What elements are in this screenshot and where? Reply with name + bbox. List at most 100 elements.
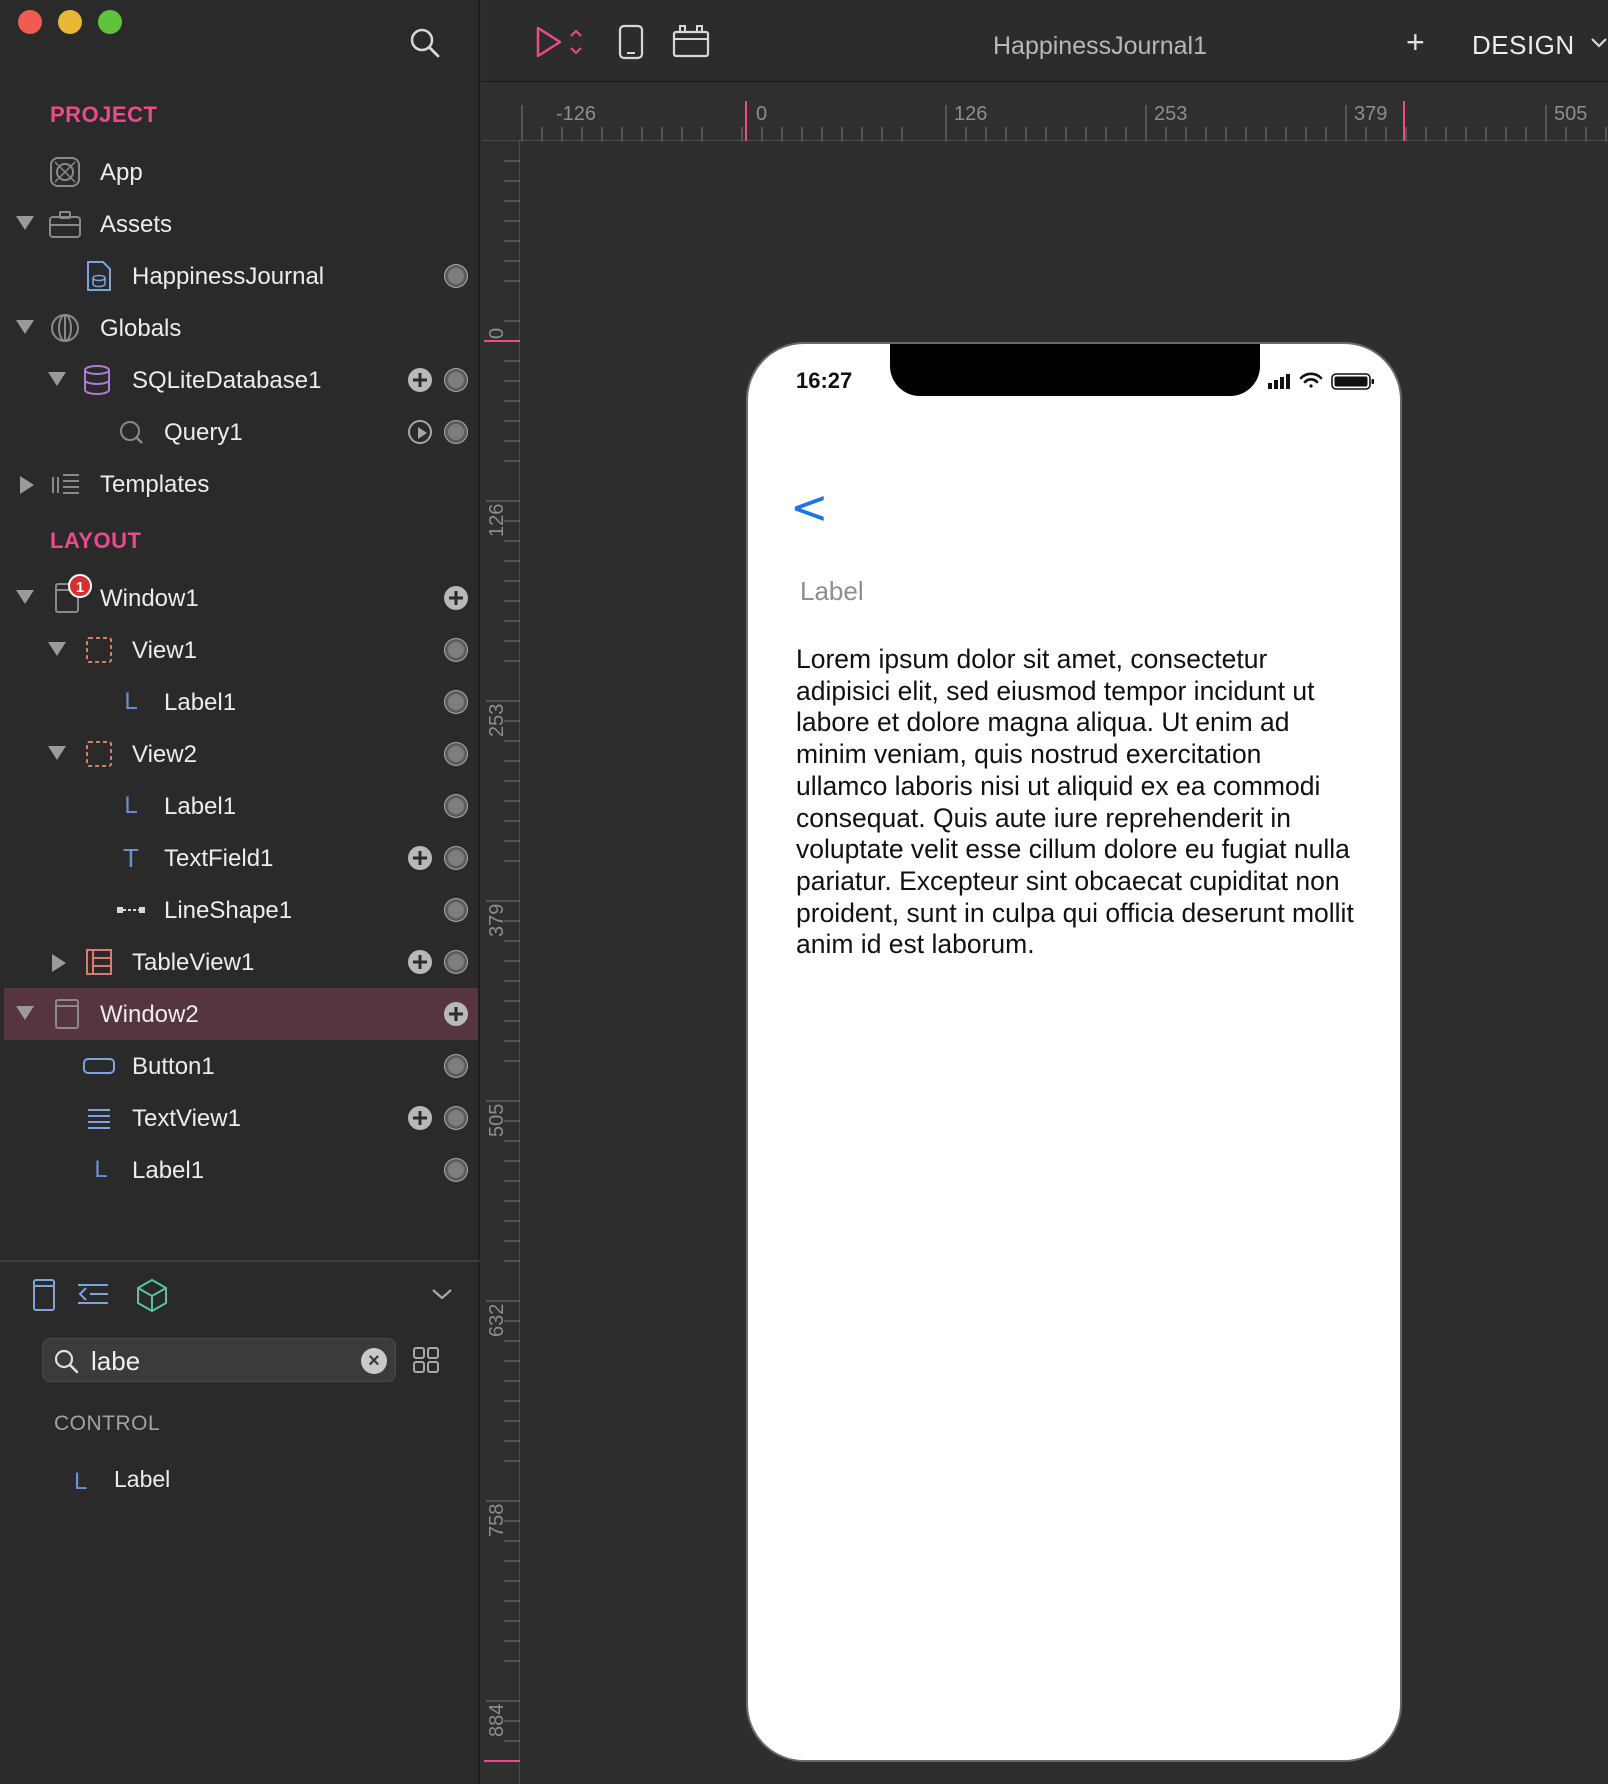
tree-item-query1[interactable]: Query1 xyxy=(4,406,478,458)
zoom-window-button[interactable] xyxy=(98,10,122,34)
properties-button[interactable] xyxy=(444,264,468,288)
tree-item-app[interactable]: App xyxy=(4,146,478,198)
tree-item-lineshape1[interactable]: LineShape1 xyxy=(4,884,478,936)
run-query-button[interactable] xyxy=(408,420,432,444)
database-icon xyxy=(80,364,114,396)
properties-button[interactable] xyxy=(444,638,468,662)
device-preview-window2[interactable]: 16:27 < Label Lorem ipsum dolor sit amet… xyxy=(746,342,1402,1762)
library-search-input[interactable] xyxy=(91,1344,341,1378)
tree-item-textfield1[interactable]: T TextField1 xyxy=(4,832,478,884)
tree-item-assets[interactable]: Assets xyxy=(4,198,478,250)
properties-button[interactable] xyxy=(444,950,468,974)
tree-item-globals[interactable]: Globals xyxy=(4,302,478,354)
minimize-window-button[interactable] xyxy=(58,10,82,34)
disclosure-expanded-icon[interactable] xyxy=(48,746,66,760)
tab-components-cube-icon[interactable] xyxy=(134,1278,170,1312)
add-child-button[interactable] xyxy=(408,846,432,870)
clear-search-icon[interactable]: × xyxy=(361,1348,387,1374)
library-search-field[interactable]: × xyxy=(42,1338,396,1382)
device-notch xyxy=(890,344,1260,396)
templates-icon xyxy=(48,468,82,500)
battery-icon xyxy=(1331,373,1374,390)
tree-item-label: App xyxy=(100,159,143,186)
tree-item-textview1[interactable]: TextView1 xyxy=(4,1092,478,1144)
collapse-panel-chevron-icon[interactable] xyxy=(430,1284,454,1304)
ruler-tick-label: 884 xyxy=(486,1703,508,1737)
project-section-header: PROJECT xyxy=(50,102,158,127)
vertical-ruler: 0 126 253 379 505 632 758 884 xyxy=(482,141,520,1784)
project-sidebar: PROJECT App Assets HappinessJournal Glob… xyxy=(0,0,480,1784)
chevron-down-icon[interactable] xyxy=(1590,36,1608,50)
globe-icon xyxy=(48,312,82,344)
tree-item-label: HappinessJournal xyxy=(132,263,325,290)
disclosure-expanded-icon[interactable] xyxy=(16,1006,34,1020)
tree-item-view1[interactable]: View1 xyxy=(4,624,478,676)
ruler-tick-label: 0 xyxy=(756,103,768,125)
add-button[interactable]: + xyxy=(1406,24,1425,61)
disclosure-expanded-icon[interactable] xyxy=(16,590,34,604)
properties-button[interactable] xyxy=(444,1106,468,1130)
ruler-tick-label: 758 xyxy=(486,1503,508,1537)
tree-item-label: Window2 xyxy=(100,1001,199,1028)
properties-button[interactable] xyxy=(444,794,468,818)
disclosure-collapsed-icon[interactable] xyxy=(52,954,66,972)
ruler-tick-label: 253 xyxy=(1154,103,1188,125)
tree-item-label: Window1 xyxy=(100,585,199,612)
build-package-icon[interactable] xyxy=(672,24,710,58)
tree-item-button1[interactable]: Button1 xyxy=(4,1040,478,1092)
panel-divider xyxy=(0,1260,480,1262)
properties-button[interactable] xyxy=(444,1054,468,1078)
tree-item-label: Assets xyxy=(100,211,173,238)
briefcase-icon xyxy=(48,208,82,240)
tree-item-label1[interactable]: L Label1 xyxy=(4,1144,478,1196)
add-child-button[interactable] xyxy=(444,586,468,610)
main-toolbar: HappinessJournal1 + DESIGN xyxy=(482,0,1608,82)
close-window-button[interactable] xyxy=(18,10,42,34)
add-child-button[interactable] xyxy=(408,950,432,974)
tree-item-templates[interactable]: Templates xyxy=(4,458,478,510)
disclosure-expanded-icon[interactable] xyxy=(16,320,34,334)
tab-code-icon[interactable] xyxy=(76,1278,112,1312)
device-preview-icon[interactable] xyxy=(618,24,644,60)
view-icon xyxy=(82,634,116,666)
tree-item-label1[interactable]: L Label1 xyxy=(4,676,478,728)
disclosure-collapsed-icon[interactable] xyxy=(20,476,34,494)
tree-item-window1[interactable]: 1 Window1 xyxy=(4,572,478,624)
label-icon: L xyxy=(94,1156,108,1183)
tree-item-window2[interactable]: Window2 xyxy=(4,988,478,1040)
properties-button[interactable] xyxy=(444,1158,468,1182)
properties-button[interactable] xyxy=(444,742,468,766)
warning-badge[interactable]: 1 xyxy=(68,574,92,598)
run-play-icon[interactable] xyxy=(534,24,590,60)
tree-item-label: View1 xyxy=(132,637,197,664)
back-button[interactable]: < xyxy=(790,480,829,534)
add-child-button[interactable] xyxy=(408,368,432,392)
properties-button[interactable] xyxy=(444,898,468,922)
tree-item-view2[interactable]: View2 xyxy=(4,728,478,780)
ruler-tick-label: 253 xyxy=(486,703,508,737)
tree-item-sqlitedatabase1[interactable]: SQLiteDatabase1 xyxy=(4,354,478,406)
label-icon: L xyxy=(74,1468,88,1495)
tree-item-label1[interactable]: L Label1 xyxy=(4,780,478,832)
tree-item-label: Label1 xyxy=(132,1157,205,1184)
status-bar-icons xyxy=(1268,372,1374,390)
ruler-tick-label: 0 xyxy=(486,327,508,339)
disclosure-expanded-icon[interactable] xyxy=(16,216,34,230)
disclosure-expanded-icon[interactable] xyxy=(48,372,66,386)
properties-button[interactable] xyxy=(444,846,468,870)
ruler-ticks xyxy=(484,160,520,1762)
tree-item-happinessjournal[interactable]: HappinessJournal xyxy=(4,250,478,302)
properties-button[interactable] xyxy=(444,690,468,714)
window2-textview1[interactable]: Lorem ipsum dolor sit amet, consectetur … xyxy=(796,644,1356,961)
add-child-button[interactable] xyxy=(444,1002,468,1026)
tab-window-icon[interactable] xyxy=(26,1278,62,1312)
tree-item-tableview1[interactable]: TableView1 xyxy=(4,936,478,988)
properties-button[interactable] xyxy=(444,368,468,392)
disclosure-expanded-icon[interactable] xyxy=(48,642,66,656)
grid-view-icon[interactable] xyxy=(412,1346,440,1374)
window2-label1[interactable]: Label xyxy=(800,576,864,607)
add-child-button[interactable] xyxy=(408,1106,432,1130)
design-mode-selector[interactable]: DESIGN xyxy=(1472,30,1575,61)
properties-button[interactable] xyxy=(444,420,468,444)
search-icon[interactable] xyxy=(408,26,442,60)
